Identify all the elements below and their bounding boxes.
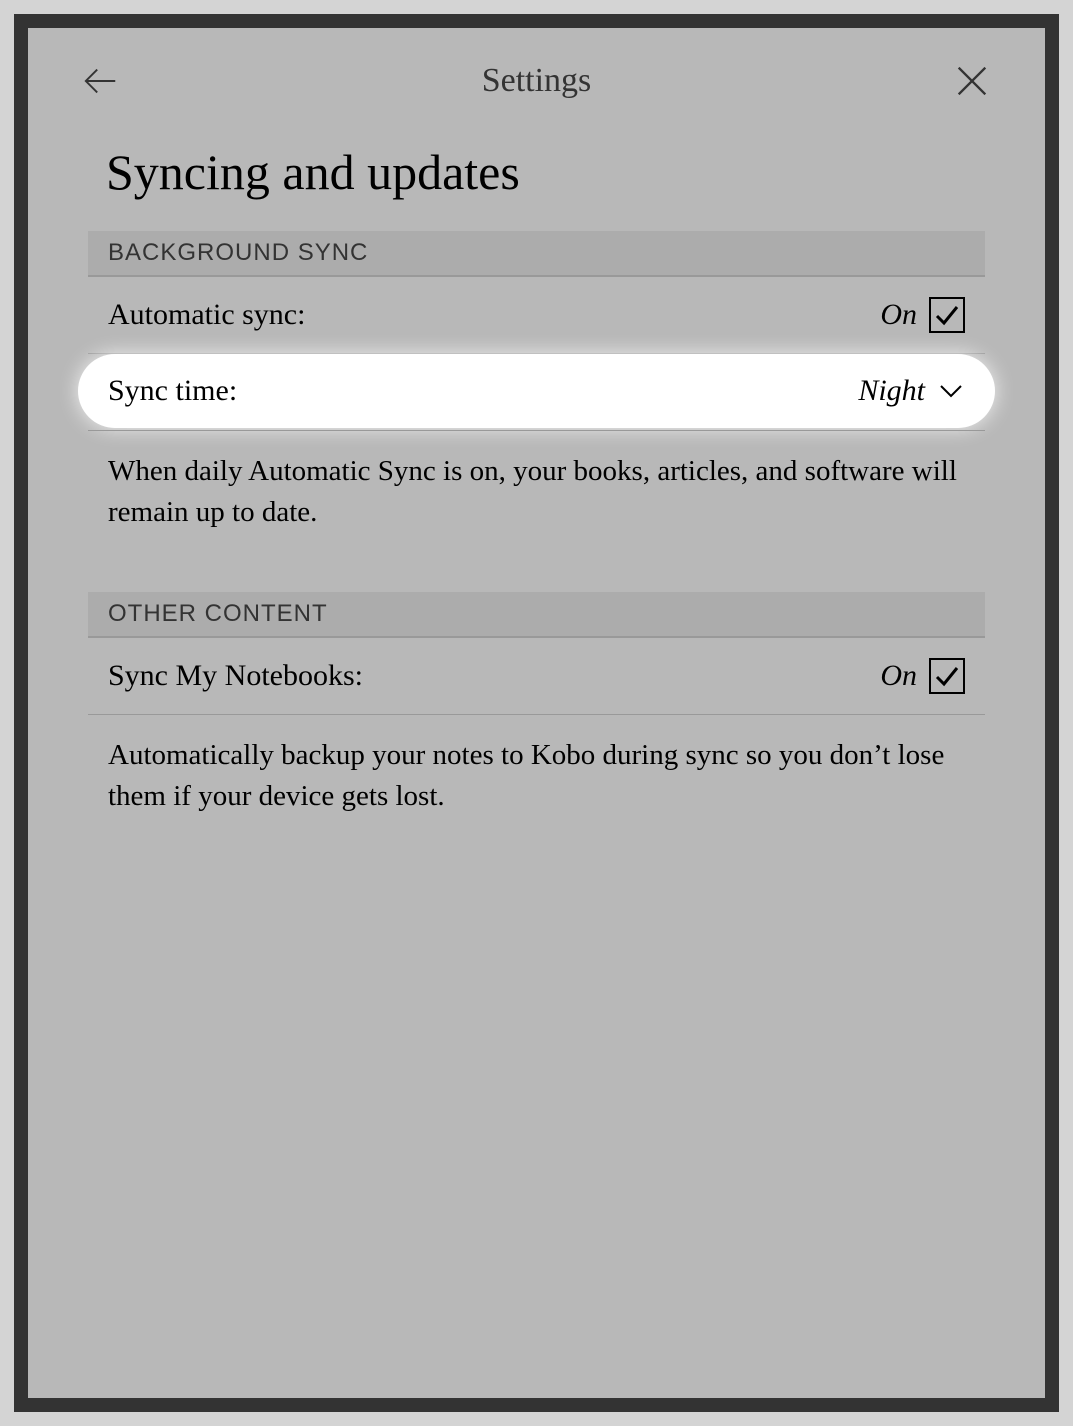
sync-time-value-group: Night <box>858 374 965 408</box>
sync-notebooks-label: Sync My Notebooks: <box>108 659 363 693</box>
sync-time-value: Night <box>858 374 925 408</box>
automatic-sync-checkbox[interactable] <box>929 297 965 333</box>
setting-row-sync-time[interactable]: Sync time: Night <box>78 354 995 428</box>
sync-notebooks-value: On <box>880 659 917 693</box>
chevron-down-icon[interactable] <box>937 377 965 405</box>
sync-notebooks-value-group: On <box>880 658 965 694</box>
setting-row-automatic-sync: Automatic sync: On <box>88 277 985 354</box>
header-title: Settings <box>482 62 592 100</box>
sync-notebooks-checkbox[interactable] <box>929 658 965 694</box>
automatic-sync-label: Automatic sync: <box>108 298 305 332</box>
setting-row-sync-notebooks: Sync My Notebooks: On <box>88 638 985 715</box>
outer-frame: Settings Syncing and updates BACKGROUND … <box>14 14 1059 1412</box>
close-icon[interactable] <box>950 58 995 103</box>
automatic-sync-value: On <box>880 298 917 332</box>
sync-time-label: Sync time: <box>108 374 237 408</box>
section-header-other-content: OTHER CONTENT <box>88 592 985 638</box>
header-bar: Settings <box>28 28 1045 133</box>
page-title: Syncing and updates <box>28 133 1045 231</box>
back-icon[interactable] <box>78 58 123 103</box>
background-sync-description: When daily Automatic Sync is on, your bo… <box>88 430 985 572</box>
automatic-sync-value-group: On <box>880 297 965 333</box>
section-header-background-sync: BACKGROUND SYNC <box>88 231 985 277</box>
other-content-description: Automatically backup your notes to Kobo … <box>88 715 985 856</box>
settings-screen: Settings Syncing and updates BACKGROUND … <box>28 28 1045 1398</box>
